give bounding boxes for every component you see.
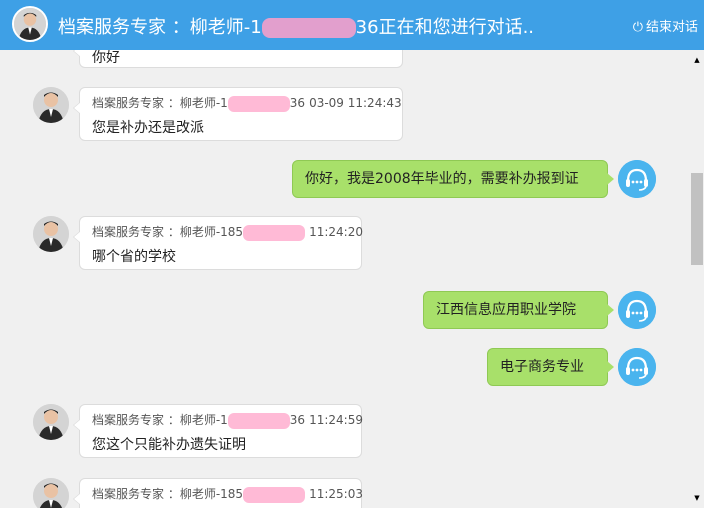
message-meta: 档案服务专家 ：柳老师-1 36 03-09 11:24:43 bbox=[92, 94, 402, 112]
message-text: 您这个只能补办遗失证明 bbox=[92, 436, 246, 453]
chat-scrollbar[interactable]: ▲ ▼ bbox=[690, 50, 704, 508]
chat-title: 档案服务专家 ：柳老师-1 36正在和您进行对话.. bbox=[58, 13, 534, 39]
chat-header: 档案服务专家 ：柳老师-1 36正在和您进行对话.. ⏻ 结束对话 bbox=[0, 0, 704, 50]
agent-avatar bbox=[33, 216, 69, 252]
message-left: 档案服务专家 ：柳老师-185 11:25:03 bbox=[73, 478, 363, 508]
sender-tail: 36 bbox=[289, 413, 306, 427]
sender-tail: 36 bbox=[289, 96, 306, 110]
redacted-phone bbox=[261, 18, 356, 38]
message-meta: 档案服务专家 ：柳老师-185 11:24:20 bbox=[92, 223, 363, 241]
message-time: 11:25:03 bbox=[309, 487, 363, 501]
message-time: 11:24:20 bbox=[309, 225, 363, 239]
agent-avatar bbox=[33, 404, 69, 440]
message-right: 江西信息应用职业学院 bbox=[423, 291, 614, 329]
message-text: 你好，我是2008年毕业的，需要补办报到证 bbox=[305, 171, 579, 187]
message-text: 你好 bbox=[92, 50, 120, 66]
message-time: 03-09 11:24:43 bbox=[309, 96, 402, 110]
end-chat-label: 结束对话 bbox=[645, 20, 698, 35]
scrollbar-thumb[interactable] bbox=[691, 173, 703, 265]
scroll-down-arrow-icon[interactable]: ▼ bbox=[692, 494, 702, 502]
power-icon: ⏻ bbox=[632, 20, 643, 35]
redacted-phone bbox=[243, 224, 306, 241]
agent-avatar bbox=[12, 6, 48, 42]
sender-name: 档案服务专家 ：柳老师-1 bbox=[92, 413, 228, 427]
message-text: 您是补办还是改派 bbox=[92, 119, 204, 136]
message-left: 你好 bbox=[73, 50, 403, 68]
chat-messages[interactable]: 你好 档案服务专家 ：柳老师-1 36 03-09 11:24:43 您是补办还是改… bbox=[0, 50, 690, 508]
scroll-up-arrow-icon[interactable]: ▲ bbox=[692, 56, 702, 64]
headset-icon bbox=[618, 291, 656, 329]
message-left: 档案服务专家 ：柳老师-185 11:24:20 哪个省的学校 bbox=[73, 216, 363, 270]
agent-avatar bbox=[33, 87, 69, 123]
end-chat-button[interactable]: ⏻ 结束对话 bbox=[633, 16, 698, 35]
message-meta: 档案服务专家 ：柳老师-185 11:25:03 bbox=[92, 485, 363, 503]
sender-name: 档案服务专家 ：柳老师-185 bbox=[92, 487, 244, 501]
redacted-phone bbox=[243, 486, 306, 503]
message-left: 档案服务专家 ：柳老师-1 36 11:24:59 您这个只能补办遗失证明 bbox=[73, 404, 363, 458]
message-meta: 档案服务专家 ：柳老师-1 36 11:24:59 bbox=[92, 411, 363, 429]
headset-icon bbox=[618, 160, 656, 198]
redacted-phone bbox=[227, 412, 290, 429]
message-text: 电子商务专业 bbox=[500, 359, 584, 375]
message-text: 江西信息应用职业学院 bbox=[436, 302, 576, 318]
chat-title-prefix: 档案服务专家 ：柳老师-1 bbox=[58, 17, 262, 38]
message-left: 档案服务专家 ：柳老师-1 36 03-09 11:24:43 您是补办还是改派 bbox=[73, 87, 403, 141]
sender-name: 档案服务专家 ：柳老师-1 bbox=[92, 96, 228, 110]
chat-title-suffix: 36正在和您进行对话.. bbox=[355, 17, 535, 38]
agent-avatar bbox=[33, 478, 69, 508]
message-text: 哪个省的学校 bbox=[92, 248, 176, 265]
headset-icon bbox=[618, 348, 656, 386]
sender-name: 档案服务专家 ：柳老师-185 bbox=[92, 225, 244, 239]
message-right: 你好，我是2008年毕业的，需要补办报到证 bbox=[292, 160, 614, 198]
message-right: 电子商务专业 bbox=[487, 348, 614, 386]
redacted-phone bbox=[227, 95, 290, 112]
message-time: 11:24:59 bbox=[309, 413, 363, 427]
